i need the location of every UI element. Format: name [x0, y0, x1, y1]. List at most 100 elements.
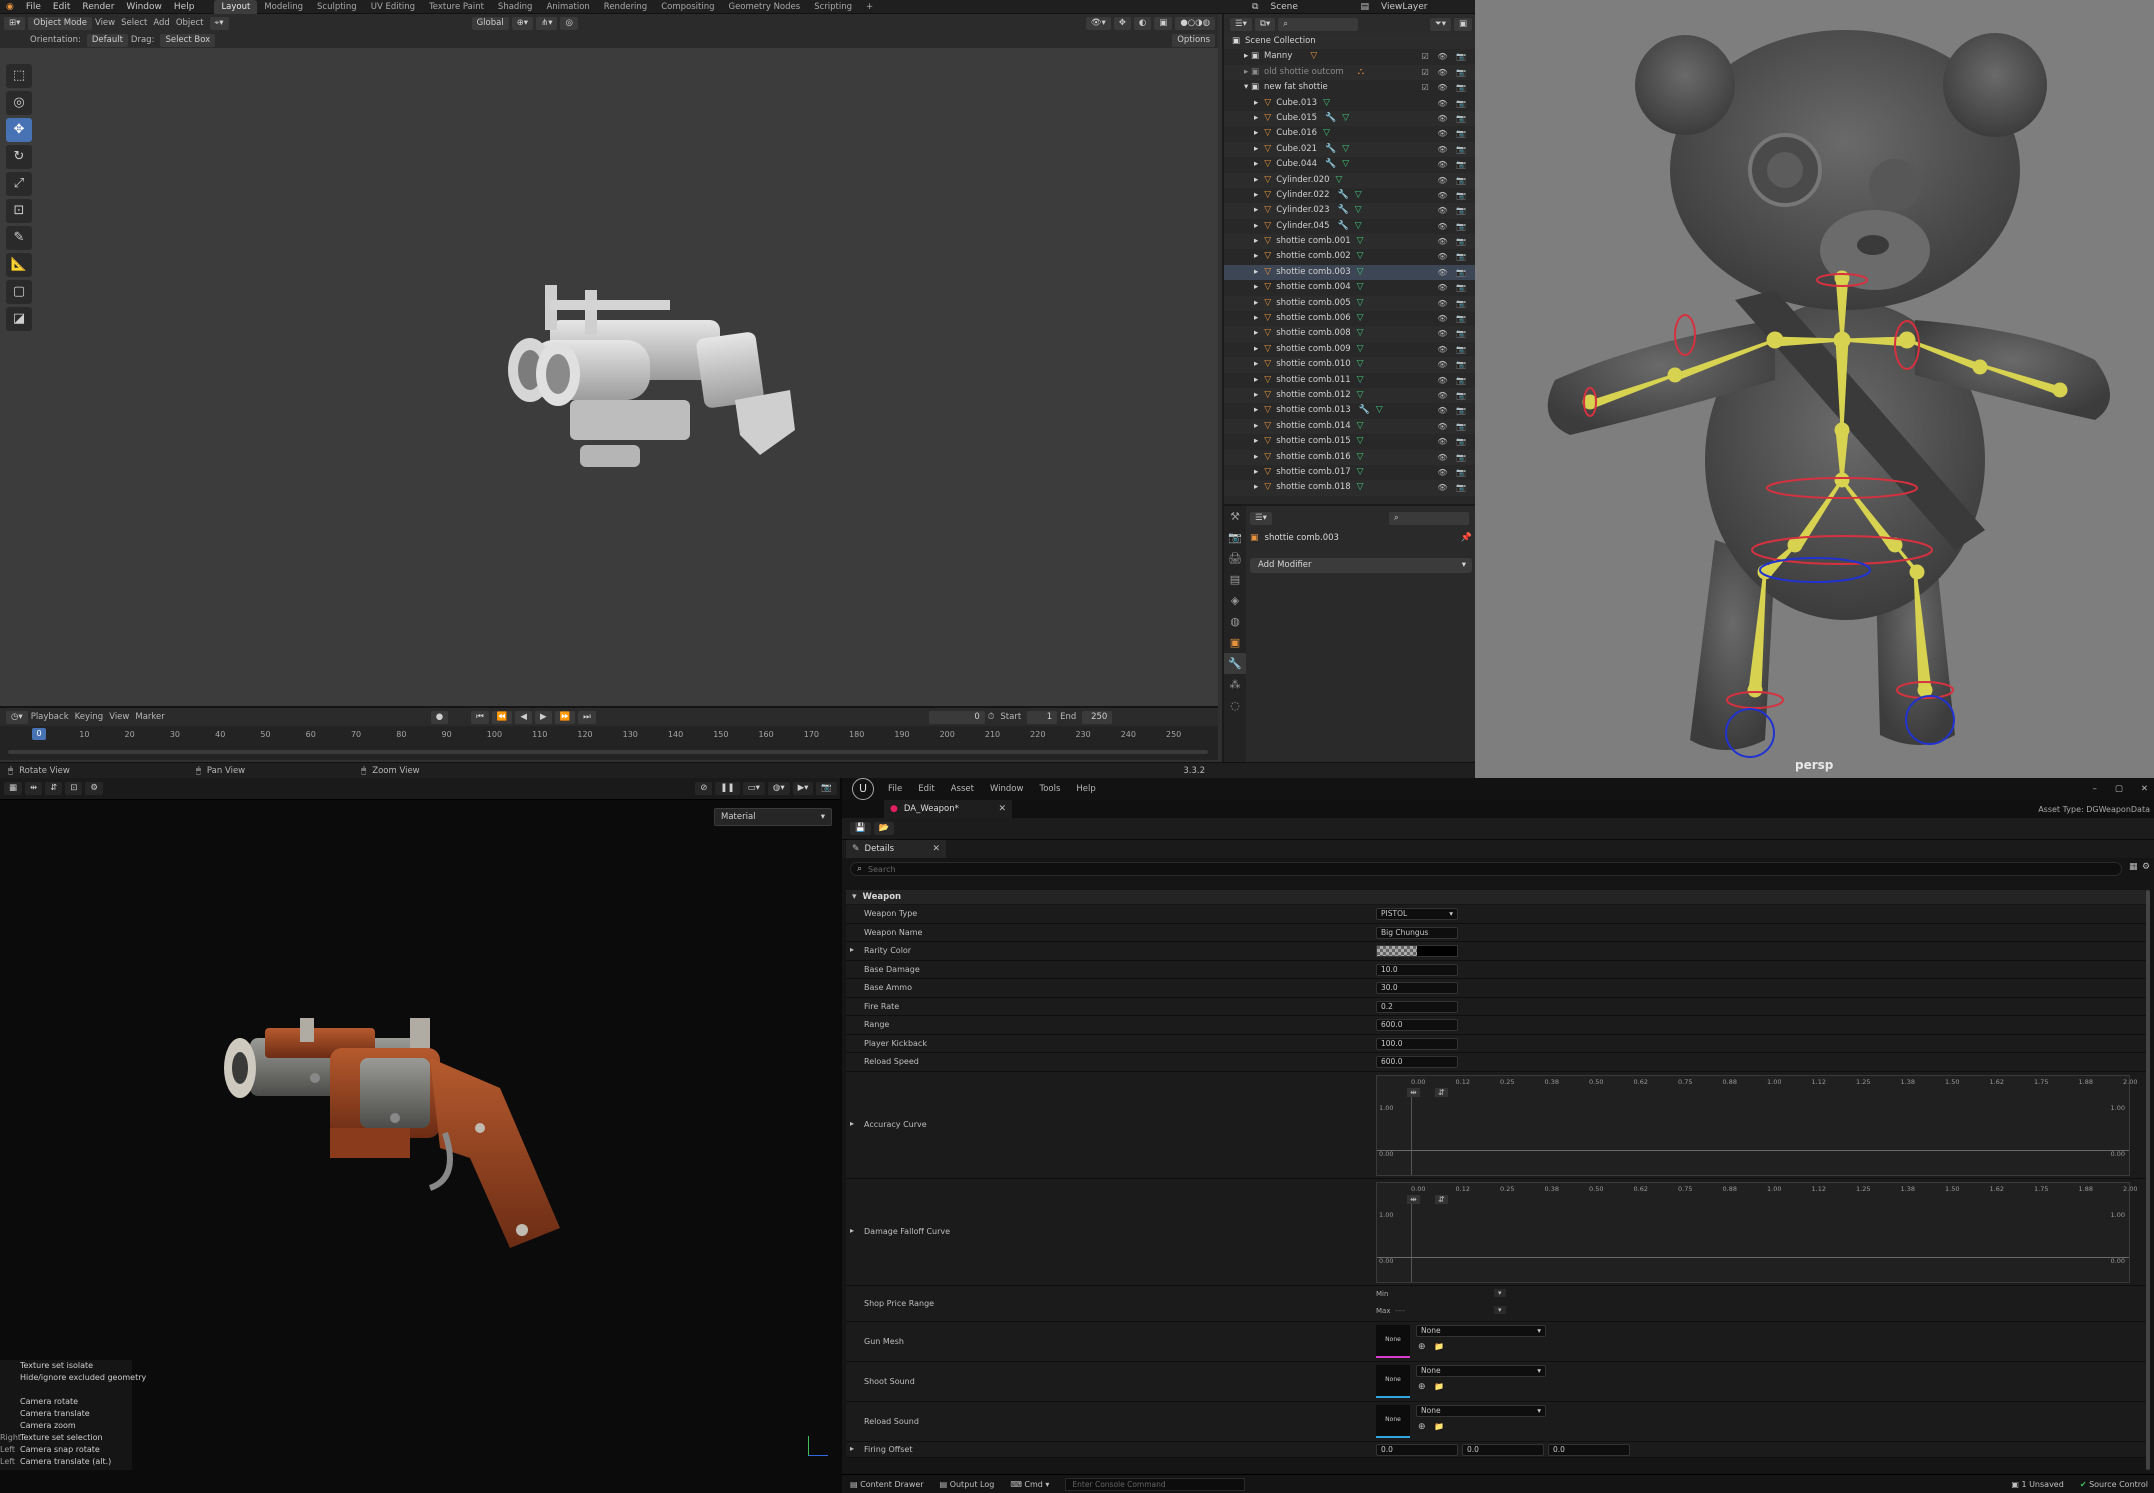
console-input[interactable]: Enter Console Command — [1065, 1477, 1246, 1491]
outliner-item[interactable]: ▸ ▽ Cube.015 🔧 ▽ 👁 📷 — [1224, 110, 1475, 127]
workspace-tab-geometry-nodes[interactable]: Geometry Nodes — [721, 0, 807, 14]
modifier-tab-icon[interactable]: 🔧 — [1224, 653, 1246, 674]
expand-icon[interactable]: ▸ — [1254, 405, 1258, 415]
outliner-item[interactable]: ▸ ▽ shottie comb.009 ▽ 👁 📷 — [1224, 342, 1475, 357]
visibility-toggle-icon[interactable]: 👁 📷 — [1437, 188, 1469, 203]
expand-icon[interactable]: ▸ — [1254, 375, 1258, 385]
cmd-dropdown[interactable]: ⌨ Cmd ▾ — [1010, 1480, 1049, 1489]
collection-row[interactable]: ▾ ▣ new fat shottie ☑ 👁 📷 — [1224, 80, 1475, 95]
symmetry-icon[interactable]: ⇵ — [45, 782, 63, 795]
content-drawer-button[interactable]: ▤ Content Drawer — [850, 1480, 924, 1489]
visibility-toggle-icon[interactable]: 👁 📷 — [1437, 403, 1469, 418]
visibility-toggle-icon[interactable]: 👁 📷 — [1437, 173, 1469, 188]
asset-picker-dropdown[interactable]: None ▾ — [1416, 1324, 1546, 1337]
visibility-toggle-icon[interactable]: 👁 📷 — [1437, 219, 1469, 234]
workspace-tab-texture-paint[interactable]: Texture Paint — [422, 0, 491, 14]
expand-icon[interactable]: ▸ — [1254, 282, 1258, 292]
view-layer-tab-icon[interactable]: ▤ — [1224, 569, 1246, 590]
transform-tool-icon[interactable]: ⊡ — [6, 199, 32, 223]
curve-editor[interactable]: 0.00 0.12 0.25 0.38 0.50 0.62 0.75 0.88 1.00 1.12… — [1376, 1181, 2137, 1283]
add-cube-tool-icon[interactable]: ▢ — [6, 280, 32, 304]
revolver-model[interactable] — [210, 998, 610, 1258]
rarity-color-swatch[interactable] — [1376, 945, 1458, 957]
visibility-toggle-icon[interactable]: 👁 📷 — [1437, 450, 1469, 465]
visibility-toggle-icon[interactable]: 👁 📷 — [1437, 357, 1469, 372]
property-value-field[interactable]: 30.0 — [1376, 982, 1458, 994]
workspace-tab-uv-editing[interactable]: UV Editing — [364, 0, 422, 14]
outliner-item[interactable]: ▸ ▽ shottie comb.008 ▽ 👁 📷 — [1224, 326, 1475, 342]
timeline-scrollbar[interactable] — [8, 750, 1208, 754]
expand-icon[interactable]: ▸ — [1254, 267, 1258, 277]
outliner-item[interactable]: ▸ ▽ shottie comb.005 ▽ 👁 📷 — [1224, 295, 1475, 312]
world-tab-icon[interactable]: ◍ — [1224, 611, 1246, 632]
properties-editor-icon[interactable]: ☰▾ — [1250, 511, 1272, 525]
property-value-field[interactable]: 600.0 — [1376, 1056, 1458, 1068]
video-icon[interactable]: ▶▾ — [792, 782, 814, 795]
timeline-ruler[interactable]: 0 10 20 30 40 50 60 70 80 90 100 110 120 130 140 150 160… — [0, 708, 1218, 762]
measure-tool-icon[interactable]: 📐 — [6, 253, 32, 277]
fit-horizontal-icon[interactable]: ⇹ — [1407, 1087, 1420, 1097]
annotate-tool-icon[interactable]: ✎ — [6, 226, 32, 250]
expand-arrow-icon[interactable]: ▸ — [850, 945, 854, 954]
workspace-tab-sculpting[interactable]: Sculpting — [310, 0, 364, 14]
expand-icon[interactable]: ▸ — [1254, 98, 1258, 108]
asset-thumbnail[interactable]: None — [1376, 1364, 1410, 1398]
visibility-toggle-icon[interactable]: 👁 📷 — [1437, 111, 1469, 126]
properties-search-input[interactable]: ⌕ — [1389, 511, 1469, 525]
visibility-toggle-icon[interactable]: 👁 📷 — [1437, 434, 1469, 449]
outliner-item[interactable]: ▸ ▽ shottie comb.012 ▽ 👁 📷 — [1224, 387, 1475, 404]
expand-icon[interactable]: ▸ — [1254, 113, 1258, 123]
display-mode-icon[interactable]: ⧉▾ — [1254, 17, 1276, 31]
visibility-toggle-icon[interactable]: 👁 📷 — [1437, 311, 1469, 326]
pause-icon[interactable]: ❚❚ — [715, 782, 740, 795]
visibility-toggle-icon[interactable]: 👁 📷 — [1437, 203, 1469, 218]
expand-icon[interactable]: ▸ — [1254, 421, 1258, 431]
move-tool-icon[interactable]: ✥ — [6, 118, 32, 142]
screenshot-icon[interactable]: 📷 — [816, 782, 837, 795]
overlay-icon[interactable]: ◐ — [1133, 16, 1152, 30]
expand-icon[interactable]: ▸ — [1254, 328, 1258, 338]
expand-icon[interactable]: ▸ — [1254, 175, 1258, 185]
transform-orientation-dropdown[interactable]: Global — [471, 16, 509, 30]
visibility-toggle-icon[interactable]: 👁 📷 — [1437, 480, 1469, 495]
new-collection-icon[interactable]: ▣ — [1453, 17, 1472, 31]
outliner-item[interactable]: ▸ ▽ Cube.016 ▽ 👁 📷 — [1224, 126, 1475, 141]
outliner-item[interactable]: ▸ ▽ shottie comb.003 ▽ 👁 📷 — [1224, 264, 1475, 281]
visibility-toggle-icon[interactable]: 👁 📷 — [1437, 419, 1469, 434]
outliner-item[interactable]: ▸ ▽ shottie comb.015 ▽ 👁 📷 — [1224, 434, 1475, 449]
asset-picker-dropdown[interactable]: None ▾ — [1416, 1364, 1546, 1377]
scene-tab-icon[interactable]: ◈ — [1224, 590, 1246, 611]
outliner-editor-icon[interactable]: ☰▾ — [1230, 17, 1252, 31]
expand-arrow-icon[interactable]: ▸ — [850, 1226, 854, 1235]
view-menu[interactable]: View — [95, 18, 115, 28]
visibility-toggle-icon[interactable]: 👁 📷 — [1437, 342, 1469, 357]
grid-icon[interactable]: ▦ — [4, 782, 23, 795]
expand-icon[interactable]: ▸ — [1254, 221, 1258, 231]
expand-icon[interactable]: ▸ — [1254, 390, 1258, 400]
use-selected-icon[interactable]: ⊕ — [1418, 1342, 1426, 1352]
filter-icon[interactable]: ⏷▾ — [1429, 17, 1451, 31]
render-tab-icon[interactable]: 📷 — [1224, 527, 1246, 548]
workspace-tab-shading[interactable]: Shading — [491, 0, 540, 14]
visibility-toggle-icon[interactable]: 👁 📷 — [1437, 126, 1469, 141]
expand-icon[interactable]: ▸ — [1254, 359, 1258, 369]
outliner-item[interactable]: ▸ ▽ shottie comb.010 ▽ 👁 📷 — [1224, 357, 1475, 373]
workspace-tab-scripting[interactable]: Scripting — [807, 0, 859, 14]
property-value-field[interactable]: Big Chungus — [1376, 926, 1458, 939]
expand-icon[interactable]: ▸ — [1254, 144, 1258, 154]
workspace-tab-animation[interactable]: Animation — [539, 0, 596, 14]
curve-editor[interactable]: 0.00 0.12 0.25 0.38 0.50 0.62 0.75 0.88 1.00 1.12… — [1376, 1074, 2137, 1176]
shading-solid-icon[interactable]: ●○◑◍ — [1175, 16, 1215, 30]
drag-dropdown[interactable]: Select Box — [160, 33, 216, 47]
blender-logo-icon[interactable]: ◉ — [0, 0, 20, 14]
frame-icon[interactable]: ⊡ — [65, 782, 83, 795]
select-menu[interactable]: Select — [121, 18, 147, 28]
property-value-field[interactable]: 0.2 — [1376, 1000, 1458, 1013]
outliner-item[interactable]: ▸ ▽ shottie comb.011 ▽ 👁 📷 — [1224, 373, 1475, 388]
asset-thumbnail[interactable]: None — [1376, 1404, 1410, 1438]
visibility-toggle-icon[interactable]: 👁 📷 — [1437, 96, 1469, 111]
expand-icon[interactable]: ▸ — [1254, 205, 1258, 215]
details-scrollbar[interactable] — [2146, 890, 2150, 1470]
visibility-toggle-icon[interactable]: 👁 📷 — [1437, 280, 1469, 295]
gizmo-toggle-icon[interactable]: ✥ — [1113, 16, 1131, 30]
